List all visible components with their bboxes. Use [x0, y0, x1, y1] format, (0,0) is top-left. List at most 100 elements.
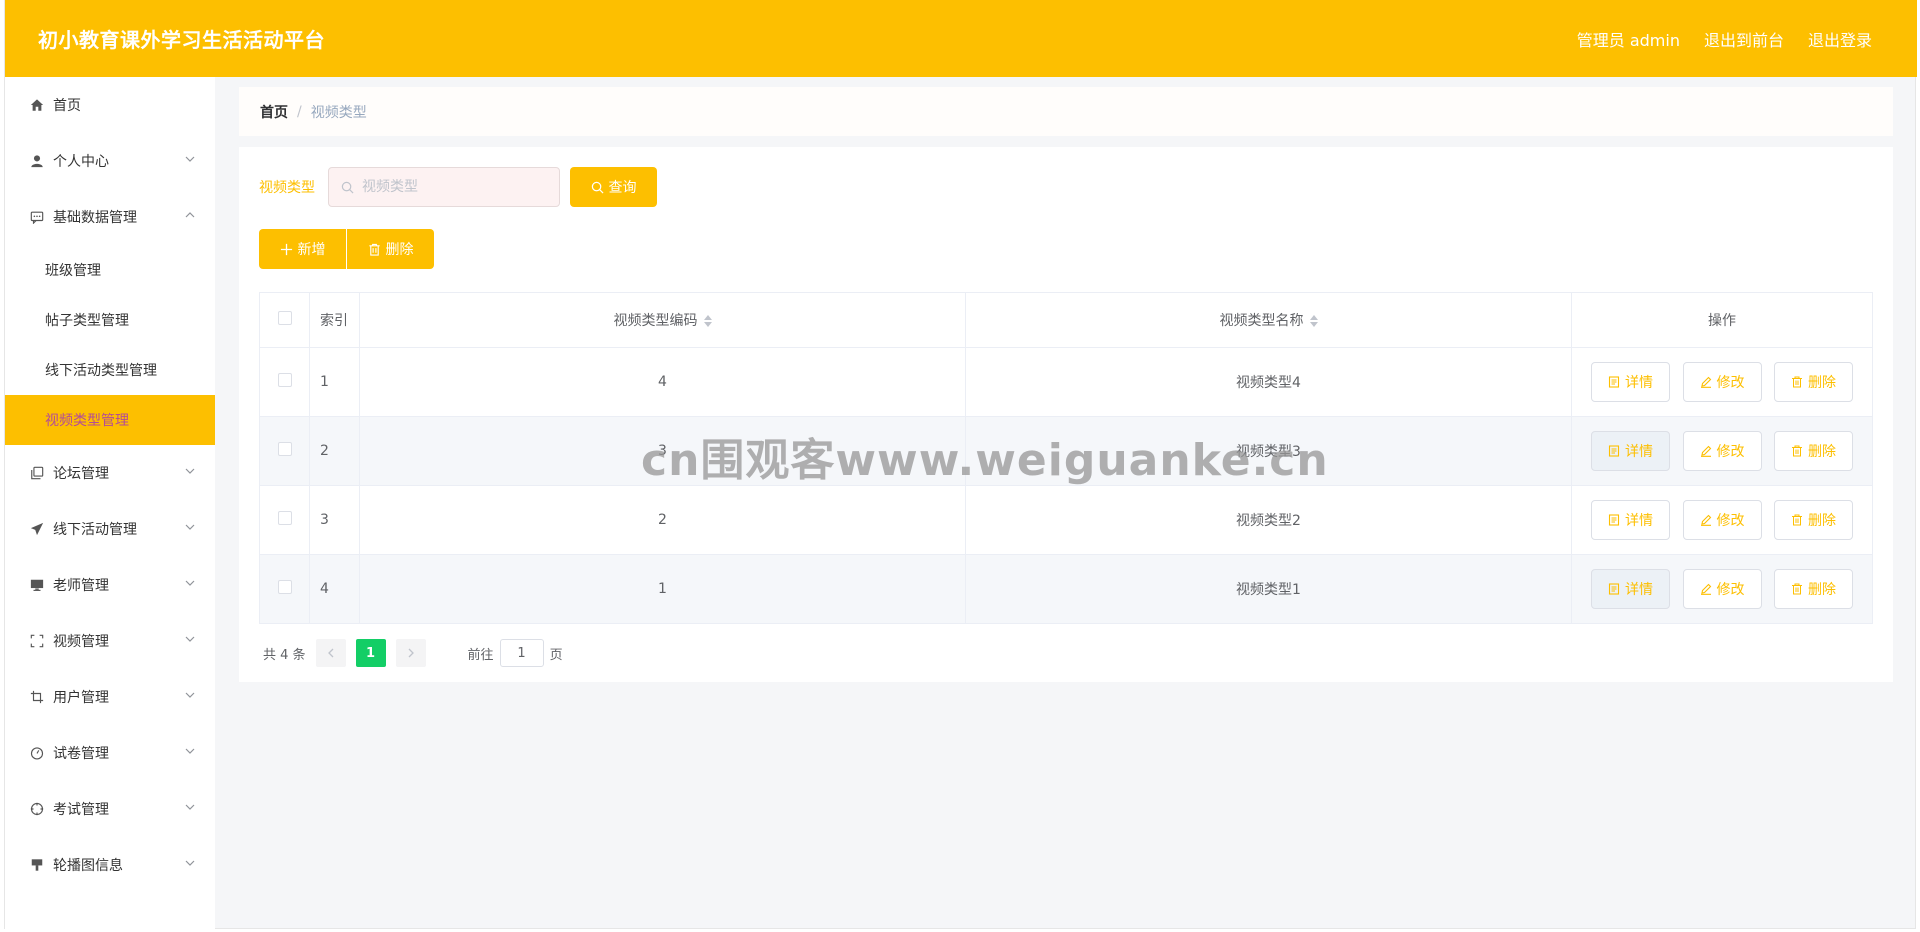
delete-button[interactable]: 删除	[1773, 362, 1853, 402]
detail-button[interactable]: 详情	[1591, 362, 1671, 402]
chevron-down-icon	[185, 636, 195, 642]
edit-icon	[1700, 376, 1711, 388]
row-select-cell	[259, 485, 310, 555]
sidebar-item-label: 基础数据管理	[53, 210, 137, 226]
edit-icon	[1700, 583, 1711, 595]
row-name: 视频类型4	[965, 347, 1572, 417]
chevron-down-icon	[185, 748, 195, 754]
search-label: 视频类型	[259, 180, 315, 196]
row-index: 4	[309, 554, 360, 624]
edit-button[interactable]: 修改	[1682, 362, 1762, 402]
main-content: 首页 / 视频类型 视频类型 查询 新增	[215, 77, 1917, 929]
detail-button[interactable]: 详情	[1591, 431, 1671, 471]
chevron-down-icon	[185, 156, 195, 162]
delete-button[interactable]: 删除	[1773, 431, 1853, 471]
page-number-button[interactable]: 1	[355, 639, 386, 667]
sidebar-item-teacher[interactable]: 老师管理	[5, 557, 215, 613]
pagination: 共 4 条 1 前往 1 页	[263, 639, 563, 667]
trash-icon	[1791, 445, 1802, 457]
page-unit-label: 页	[549, 647, 563, 663]
row-checkbox[interactable]	[277, 511, 292, 525]
delete-button-label: 删除	[1807, 513, 1836, 529]
delete-button[interactable]: 删除	[1773, 500, 1853, 540]
delete-button[interactable]: 删除	[1773, 569, 1853, 609]
row-checkbox[interactable]	[277, 373, 292, 387]
detail-button[interactable]: 详情	[1591, 569, 1671, 609]
chevron-down-icon	[185, 468, 195, 474]
sidebar-item-basic-data[interactable]: 基础数据管理	[5, 189, 215, 245]
select-all-checkbox[interactable]	[277, 311, 292, 325]
fullscreen-icon	[29, 633, 45, 649]
sidebar-item-forum[interactable]: 论坛管理	[5, 445, 215, 501]
sidebar-sub-activity-type[interactable]: 线下活动类型管理	[5, 345, 215, 395]
row-name: 视频类型2	[965, 485, 1572, 555]
crop-icon	[29, 689, 45, 705]
sidebar-sub-post-type[interactable]: 帖子类型管理	[5, 295, 215, 345]
detail-button[interactable]: 详情	[1591, 500, 1671, 540]
chevron-down-icon	[185, 524, 195, 530]
sort-icon[interactable]	[703, 314, 712, 328]
logout-link[interactable]: 退出登录	[1808, 27, 1872, 51]
back-to-front-link[interactable]: 退出到前台	[1704, 27, 1784, 51]
sidebar-item-carousel[interactable]: 轮播图信息	[5, 837, 215, 893]
goto-page-input[interactable]: 1	[499, 639, 544, 667]
column-header-code[interactable]: 视频类型编码	[359, 292, 966, 348]
sort-icon[interactable]	[1309, 314, 1318, 328]
prev-page-button[interactable]	[315, 639, 346, 667]
search-icon	[341, 181, 354, 193]
admin-user-label[interactable]: 管理员 admin	[1577, 27, 1680, 51]
sidebar-item-video[interactable]: 视频管理	[5, 613, 215, 669]
detail-button-label: 详情	[1625, 444, 1654, 460]
chevron-down-icon	[185, 692, 195, 698]
detail-button-label: 详情	[1625, 375, 1654, 391]
breadcrumb-separator: /	[297, 103, 302, 120]
batch-delete-button[interactable]: 删除	[347, 229, 434, 269]
row-code: 1	[359, 554, 966, 624]
row-checkbox[interactable]	[277, 580, 292, 594]
top-header: 初小教育课外学习生活活动平台 管理员 admin 退出到前台 退出登录	[5, 0, 1917, 77]
goto-label: 前往	[467, 647, 494, 663]
search-input[interactable]	[362, 179, 542, 195]
sidebar-item-home[interactable]: 首页	[5, 77, 215, 133]
edit-icon	[1700, 445, 1711, 457]
chevron-down-icon	[185, 580, 195, 586]
search-input-wrapper	[328, 167, 560, 207]
sidebar-sub-video-type[interactable]: 视频类型管理	[5, 395, 215, 445]
row-select-cell	[259, 416, 310, 486]
sidebar: 首页 个人中心 基础数据管理 班级管理 帖子类型管理 线下活动类型管理 视频类型…	[5, 77, 215, 929]
row-index: 2	[309, 416, 360, 486]
stopwatch-icon	[29, 745, 45, 761]
column-header-name[interactable]: 视频类型名称	[965, 292, 1572, 348]
row-checkbox[interactable]	[277, 442, 292, 456]
next-page-button[interactable]	[395, 639, 426, 667]
sidebar-item-label: 轮播图信息	[53, 858, 123, 874]
document-icon	[1608, 514, 1620, 526]
table-header-row: 索引 视频类型编码 视频类型名称 操作	[259, 292, 1873, 348]
app-frame: 初小教育课外学习生活活动平台 管理员 admin 退出到前台 退出登录 首页 个…	[4, 0, 1917, 929]
plus-icon	[280, 243, 292, 255]
sidebar-item-label: 试卷管理	[53, 746, 109, 762]
query-button[interactable]: 查询	[570, 167, 657, 207]
row-code: 2	[359, 485, 966, 555]
edit-button[interactable]: 修改	[1682, 569, 1762, 609]
query-button-label: 查询	[608, 179, 637, 195]
table-row: 1 4 视频类型4 详情 修改 删除	[259, 347, 1873, 417]
column-header-label: 视频类型编码	[613, 313, 698, 329]
edit-button[interactable]: 修改	[1682, 500, 1762, 540]
sidebar-item-exam-paper[interactable]: 试卷管理	[5, 725, 215, 781]
sidebar-item-offline-activity[interactable]: 线下活动管理	[5, 501, 215, 557]
edit-button[interactable]: 修改	[1682, 431, 1762, 471]
sidebar-sub-class[interactable]: 班级管理	[5, 245, 215, 295]
sidebar-item-label: 论坛管理	[53, 466, 109, 482]
row-name: 视频类型1	[965, 554, 1572, 624]
sidebar-item-exam[interactable]: 考试管理	[5, 781, 215, 837]
sidebar-item-personal[interactable]: 个人中心	[5, 133, 215, 189]
watermark-overlay: cn围观客www.weiguanke.cn	[641, 435, 1329, 486]
detail-button-label: 详情	[1625, 513, 1654, 529]
breadcrumb: 首页 / 视频类型	[239, 87, 1893, 136]
monitor-icon	[29, 577, 45, 593]
sidebar-item-user[interactable]: 用户管理	[5, 669, 215, 725]
edit-button-label: 修改	[1716, 513, 1745, 529]
breadcrumb-home[interactable]: 首页	[260, 102, 288, 122]
add-button[interactable]: 新增	[259, 229, 346, 269]
